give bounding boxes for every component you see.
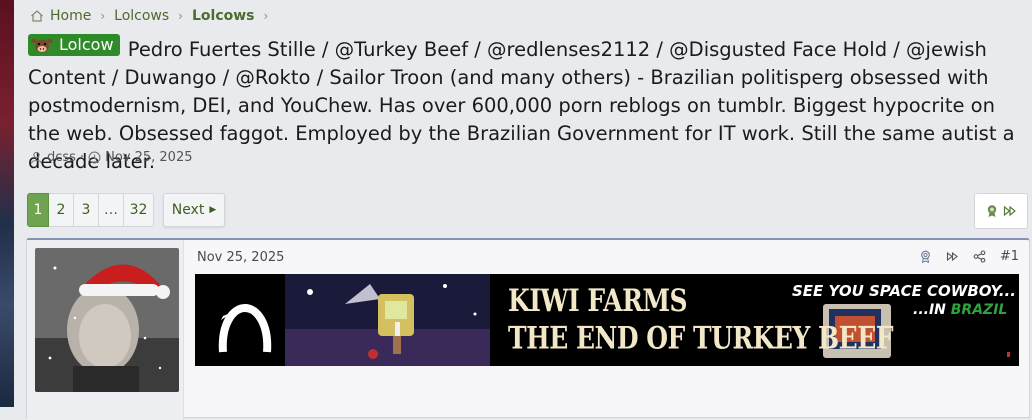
home-icon <box>31 10 43 22</box>
breadcrumb-home[interactable]: Home <box>50 8 91 24</box>
post-number[interactable]: #1 <box>1000 249 1019 264</box>
clock-icon <box>88 151 101 164</box>
page-32-button[interactable]: 32 <box>124 193 154 227</box>
meta-separator: · <box>79 150 85 165</box>
user-icon <box>30 151 43 164</box>
page-1-button[interactable]: 1 <box>27 193 49 227</box>
breadcrumb-lolcows[interactable]: Lolcows <box>192 8 255 24</box>
prefix-label: Lolcow <box>59 35 114 54</box>
post-date[interactable]: Nov 25, 2025 <box>197 250 284 265</box>
banner-tagline-2-word: BRAZIL <box>950 302 1008 318</box>
page-skip-button[interactable]: … <box>99 193 124 227</box>
chevron-right-icon: › <box>178 9 183 23</box>
post-actions: #1 <box>919 249 1019 264</box>
award-icon[interactable] <box>919 250 932 263</box>
thread-meta: dcss · Nov 25, 2025 <box>30 150 193 165</box>
page-2-button[interactable]: 2 <box>49 193 74 227</box>
next-label: Next <box>171 202 205 218</box>
post-user-panel <box>27 240 184 420</box>
breadcrumb-lolcows-parent[interactable]: Lolcows <box>114 8 169 24</box>
banner-tagline-2-prefix: ...IN <box>913 302 951 318</box>
post-1: Nov 25, 2025 #1 KIWI FARMS THE END OF TU… <box>26 238 1030 420</box>
fast-forward-icon[interactable] <box>1003 204 1017 218</box>
banner-tagline: SEE YOU SPACE COWBOY... <box>792 282 1016 300</box>
thread-page: Home › Lolcows › Lolcows › Lolcow Pedro … <box>14 0 1032 420</box>
banner-title-line2: THE END OF TURKEY BEEF <box>508 319 894 356</box>
page-3-button[interactable]: 3 <box>74 193 99 227</box>
avatar-image <box>35 248 179 392</box>
post-banner-image: KIWI FARMS THE END OF TURKEY BEEF SEE YO… <box>195 274 1019 366</box>
thread-actions <box>974 193 1028 229</box>
fast-forward-icon[interactable] <box>946 250 959 263</box>
badge-icon[interactable] <box>985 204 999 218</box>
chevron-right-icon: › <box>263 9 269 23</box>
lolcow-prefix-badge[interactable]: Lolcow <box>28 34 120 56</box>
background-strip <box>0 0 14 407</box>
avatar[interactable] <box>35 248 179 392</box>
share-icon[interactable] <box>973 250 986 263</box>
breadcrumb: Home › Lolcows › Lolcows › <box>30 6 277 26</box>
thread-date[interactable]: Nov 25, 2025 <box>105 150 192 165</box>
caret-right-icon: ▶ <box>209 205 217 215</box>
chevron-right-icon: › <box>100 9 106 23</box>
cow-icon <box>31 39 53 53</box>
pagination: 1 2 3 … 32 <box>27 193 154 227</box>
next-page-button[interactable]: Next ▶ <box>163 193 225 227</box>
thread-author[interactable]: dcss <box>47 150 76 165</box>
banner-tagline-2: ...IN BRAZIL <box>913 302 1007 318</box>
